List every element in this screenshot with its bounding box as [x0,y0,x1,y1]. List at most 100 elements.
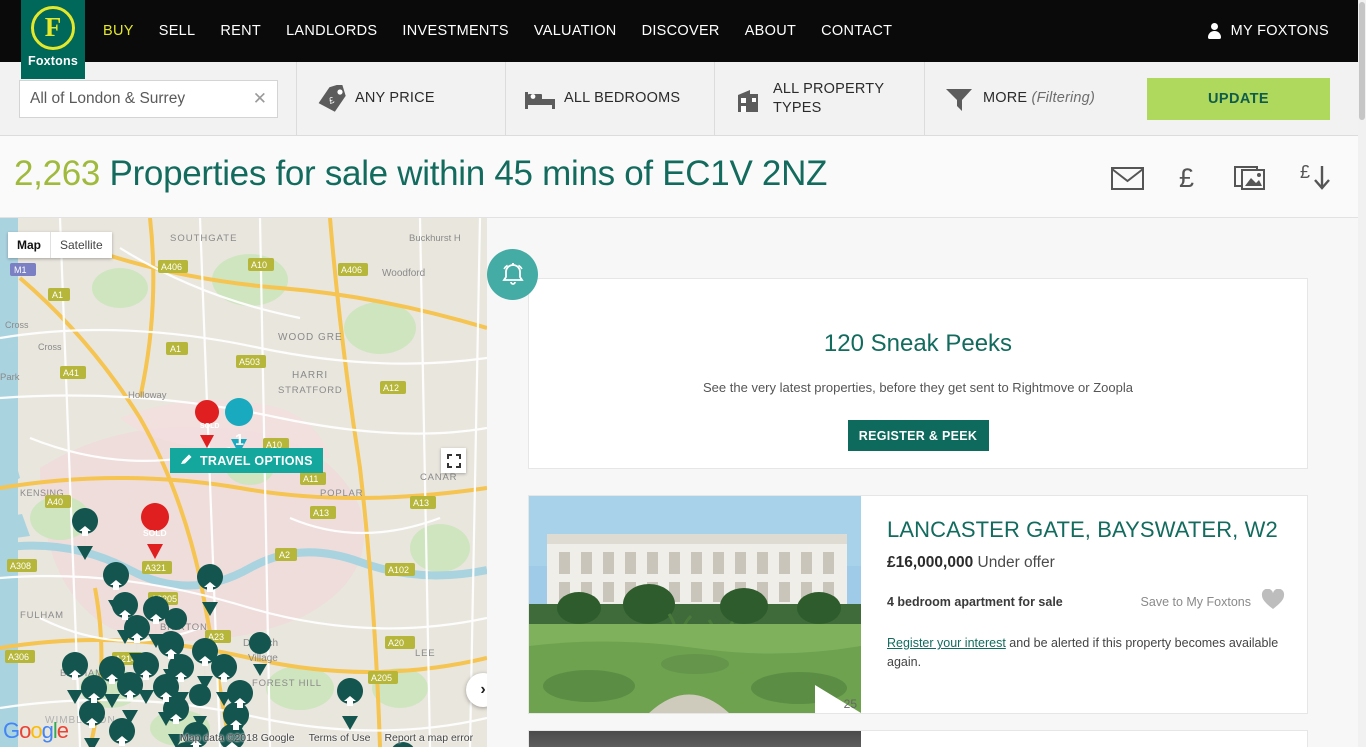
envelope-icon[interactable] [1110,163,1145,196]
property-image-next[interactable] [529,731,861,747]
nav-link-contact[interactable]: CONTACT [821,23,892,39]
building-icon [733,85,773,113]
svg-text:A321: A321 [145,563,166,573]
map-report-link[interactable]: Report a map error [384,732,473,744]
filter-property-types[interactable]: ALL PROPERTY TYPES [715,62,925,135]
svg-text:M1: M1 [14,265,27,275]
svg-text:A11: A11 [303,474,318,484]
property-title[interactable]: LANCASTER GATE, BAYSWATER, W2 [887,517,1285,543]
svg-text:Holloway: Holloway [128,390,167,401]
map-panel[interactable]: SOUTHGATE Buckhurst H Woodford Cross WOO… [0,218,487,747]
my-foxtons-account-button[interactable]: MY FOXTONS [1207,0,1329,62]
property-image[interactable]: 25 [529,496,861,713]
nav-link-buy[interactable]: BUY [103,23,134,39]
sort-price-descending-icon[interactable]: £ [1300,160,1336,199]
results-toolbar: £ £ [1110,160,1336,199]
nav-link-rent[interactable]: RENT [220,23,261,39]
map-terms-link[interactable]: Terms of Use [309,732,371,744]
map-attribution: Map data ©2018 Google Terms of Use Repor… [180,732,473,744]
svg-text:A406: A406 [341,265,362,275]
search-filter-bar: ✕ £ ANY PRICE ALL BEDROOMS [0,62,1358,136]
svg-text:A13: A13 [313,508,329,518]
property-card[interactable]: 25 LANCASTER GATE, BAYSWATER, W2 £16,000… [528,495,1308,714]
bell-icon [487,249,538,300]
map-data-attribution: Map data ©2018 Google [180,732,295,744]
svg-text:A102: A102 [388,565,409,575]
svg-text:A2: A2 [279,550,290,560]
filter-price-label: ANY PRICE [355,90,435,107]
property-meta: 4 bedroom apartment for sale [887,595,1063,609]
nav-link-discover[interactable]: DISCOVER [642,23,720,39]
filter-more-cell: MORE (Filtering) UPDATE [925,62,1358,135]
logo-wordmark: Foxtons [27,54,78,68]
svg-text:£: £ [1179,163,1194,192]
gallery-icon[interactable] [1233,162,1267,197]
primary-nav-links: BUY SELL RENT LANDLORDS INVESTMENTS VALU… [103,0,892,62]
page-scrollbar[interactable] [1358,0,1366,747]
register-your-interest-link[interactable]: Register your interest [887,636,1006,650]
foxtons-logo[interactable]: F Foxtons [21,0,85,79]
person-icon [1207,22,1222,40]
price-tag-icon: £ [315,84,355,113]
svg-text:A10: A10 [251,260,267,270]
svg-text:A40: A40 [47,497,63,507]
svg-text:STRATFORD: STRATFORD [278,385,343,396]
svg-text:Cross: Cross [38,342,62,352]
svg-text:A12: A12 [383,383,399,393]
map-type-satellite[interactable]: Satellite [50,232,112,258]
svg-text:Woodford: Woodford [382,268,425,279]
svg-text:Cross: Cross [5,320,29,330]
nav-link-sell[interactable]: SELL [159,23,196,39]
scrollbar-thumb[interactable] [1359,2,1365,120]
svg-text:HARRI: HARRI [292,370,328,381]
svg-text:LEE: LEE [415,648,435,659]
sneak-peeks-subtitle: See the very latest properties, before t… [703,380,1133,395]
google-logo: Google [3,718,69,743]
filter-price[interactable]: £ ANY PRICE [297,62,506,135]
nav-link-investments[interactable]: INVESTMENTS [402,23,508,39]
svg-text:A503: A503 [239,357,260,367]
svg-text:FULHAM: FULHAM [20,610,64,621]
close-icon[interactable]: ✕ [253,90,267,107]
svg-text:1: 1 [235,432,244,449]
search-input[interactable] [30,89,255,108]
heart-icon[interactable] [1261,588,1285,615]
travel-options-button[interactable]: TRAVEL OPTIONS [170,448,323,473]
logo-letter: F [44,11,62,42]
save-label: Save to My Foxtons [1140,595,1251,609]
update-button[interactable]: UPDATE [1147,77,1330,120]
register-and-peek-button[interactable]: REGISTER & PEEK [847,420,989,451]
svg-text:A1: A1 [52,290,63,300]
svg-text:A406: A406 [161,262,182,272]
svg-text:Park: Park [0,372,20,383]
nav-link-landlords[interactable]: LANDLORDS [286,23,377,39]
property-card-next[interactable] [528,730,1308,747]
nav-link-about[interactable]: ABOUT [745,23,796,39]
property-details: LANCASTER GATE, BAYSWATER, W2 £16,000,00… [861,496,1307,713]
map-type-map[interactable]: Map [8,232,50,258]
svg-text:A13: A13 [413,498,429,508]
map-canvas: SOUTHGATE Buckhurst H Woodford Cross WOO… [0,218,487,747]
svg-text:SOLD: SOLD [143,528,167,538]
svg-text:SOUTHGATE: SOUTHGATE [170,233,237,244]
filter-more[interactable]: MORE (Filtering) [943,85,1095,113]
filter-property-types-label: ALL PROPERTY TYPES [773,81,884,116]
filter-bedrooms[interactable]: ALL BEDROOMS [506,62,715,135]
property-note: Register your interest and be alerted if… [887,634,1285,673]
property-price: £16,000,000 [887,554,974,571]
svg-text:Buckhurst H: Buckhurst H [409,233,461,244]
svg-text:A20: A20 [388,638,404,648]
filter-more-label: MORE (Filtering) [983,89,1095,107]
svg-text:WOOD GRE: WOOD GRE [278,332,343,343]
fullscreen-icon[interactable] [441,448,466,473]
svg-text:POPLAR: POPLAR [320,488,363,499]
svg-text:A308: A308 [10,561,31,571]
save-to-my-foxtons[interactable]: Save to My Foxtons [1140,588,1285,615]
bed-icon [524,87,564,111]
nav-link-valuation[interactable]: VALUATION [534,23,617,39]
funnel-icon [943,85,983,113]
svg-text:FOREST HILL: FOREST HILL [252,678,322,689]
pencil-icon [180,453,193,469]
pound-icon[interactable]: £ [1178,162,1200,197]
location-search-box[interactable]: ✕ [19,79,278,118]
